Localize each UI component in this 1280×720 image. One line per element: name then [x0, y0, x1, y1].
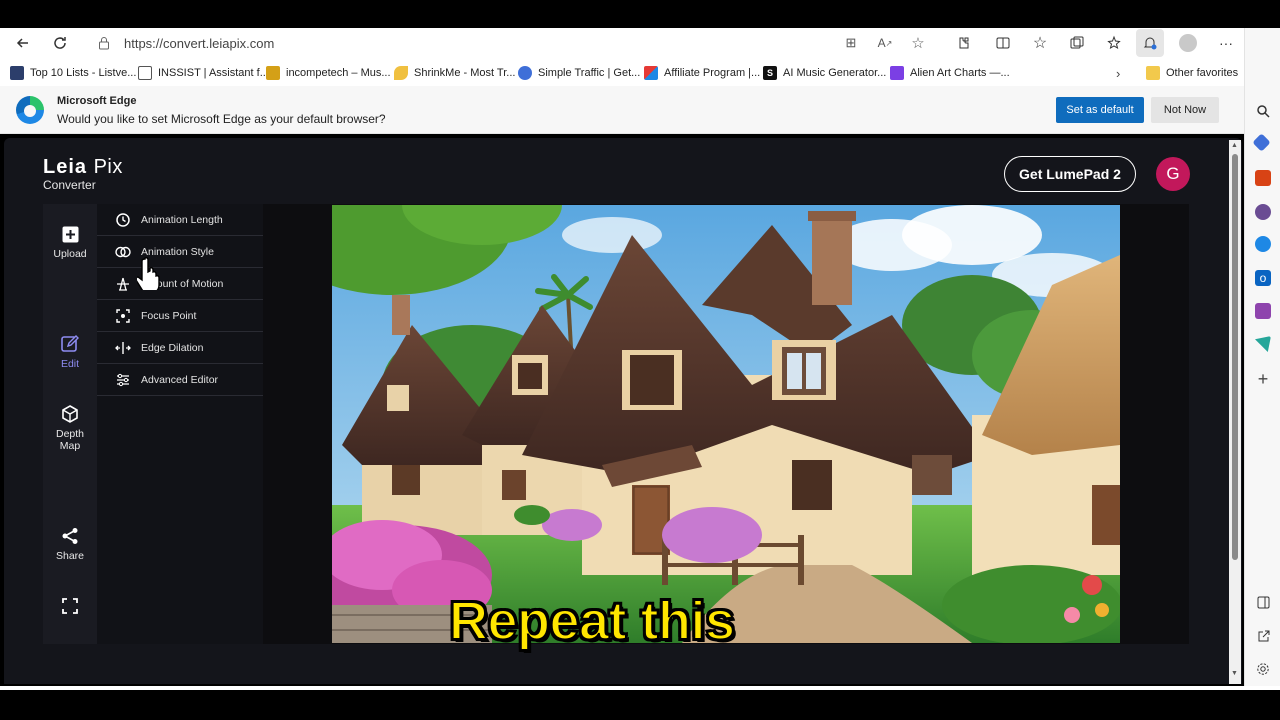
leiapix-logo[interactable]: Leia Pix Converter [43, 156, 123, 192]
edit-panel: Animation Length Animation Style Amount … [97, 204, 263, 644]
scroll-up-icon[interactable]: ▲ [1231, 142, 1238, 149]
favorites-icon[interactable]: ☆ [1028, 31, 1052, 55]
menu-focus-point[interactable]: Focus Point [97, 300, 263, 332]
page-scrollbar[interactable]: ▲ ▼ [1229, 140, 1241, 684]
fullscreen-icon[interactable] [43, 596, 97, 620]
user-avatar[interactable]: G [1156, 157, 1190, 191]
shopping-tag-icon[interactable] [1252, 133, 1271, 152]
overlapping-circles-icon [115, 244, 131, 260]
rail-depth-map[interactable]: Depth Map [43, 404, 97, 452]
tool-rail: Upload Edit Depth Map Share [43, 204, 97, 644]
lock-icon[interactable] [98, 36, 110, 50]
favorites-bar: Top 10 Lists - Listve... INSSIST | Assis… [0, 58, 1244, 86]
bookmark-item[interactable]: S AI Music Generator... [763, 64, 886, 82]
edge-dilation-icon [115, 340, 131, 356]
other-favorites[interactable]: Other favorites [1146, 64, 1238, 82]
infobar-message: Would you like to set Microsoft Edge as … [57, 112, 386, 126]
refresh-icon[interactable] [48, 31, 72, 55]
bookmark-favicon-icon [518, 66, 532, 80]
bookmark-favicon-icon [266, 66, 280, 80]
bookmark-item[interactable]: Affiliate Program |... [644, 64, 760, 82]
bookmark-item[interactable]: incompetech – Mus... [266, 64, 391, 82]
extensions-icon[interactable] [952, 31, 976, 55]
bookmark-favicon-icon [138, 66, 152, 80]
default-browser-infobar: Microsoft Edge Would you like to set Mic… [0, 86, 1244, 134]
bookmark-item[interactable]: INSSIST | Assistant f... [138, 64, 269, 82]
not-now-button[interactable]: Not Now [1151, 97, 1219, 123]
url-text: https://convert.leiapix.com [124, 35, 275, 51]
bookmark-item[interactable]: Alien Art Charts —... [890, 64, 1010, 82]
split-screen-icon[interactable] [991, 31, 1015, 55]
games-icon[interactable] [1255, 204, 1271, 220]
rail-share[interactable]: Share [43, 526, 97, 562]
menu-amount-of-motion[interactable]: Amount of Motion [97, 268, 263, 300]
address-bar[interactable]: https://convert.leiapix.com ⊞ A ↗ ☆ [84, 30, 944, 56]
sidebar-layout-icon[interactable] [1255, 594, 1271, 610]
bookmark-favicon-icon: S [763, 66, 777, 80]
bookmark-favicon-icon [644, 66, 658, 80]
read-aloud-icon[interactable]: A ↗ [874, 32, 896, 54]
bookmark-favicon-icon [890, 66, 904, 80]
upload-plus-icon [60, 224, 80, 244]
video-caption: Repeat this [448, 590, 736, 652]
outlook-icon[interactable]: o [1255, 270, 1271, 286]
scroll-down-icon[interactable]: ▼ [1231, 670, 1238, 677]
edit-pencil-icon [60, 334, 80, 354]
infobar-title: Microsoft Edge [57, 95, 137, 107]
external-open-icon[interactable] [1255, 628, 1271, 644]
collections-icon[interactable] [1065, 31, 1089, 55]
edge-sidebar: o + [1244, 28, 1280, 690]
send-icon[interactable] [1255, 336, 1271, 352]
preview-stage [263, 204, 1189, 644]
menu-animation-length[interactable]: Animation Length [97, 204, 263, 236]
clock-icon [115, 212, 131, 228]
cottage-preview-image[interactable] [332, 205, 1120, 643]
focus-point-icon [115, 308, 131, 324]
bookmark-item[interactable]: ShrinkMe - Most Tr... [394, 64, 515, 82]
rail-edit[interactable]: Edit [43, 334, 97, 370]
scroll-thumb[interactable] [1232, 154, 1238, 560]
rail-upload[interactable]: Upload [43, 224, 97, 260]
microsoft-365-icon[interactable] [1255, 236, 1271, 252]
depth-map-cube-icon [60, 404, 80, 424]
folder-icon [1146, 66, 1160, 80]
browser-toolbar: https://convert.leiapix.com ⊞ A ↗ ☆ ☆ ···… [0, 28, 1280, 58]
tools-briefcase-icon[interactable] [1255, 170, 1271, 186]
menu-advanced-editor[interactable]: Advanced Editor [97, 364, 263, 396]
search-icon[interactable] [1255, 103, 1271, 119]
settings-gear-icon[interactable] [1255, 661, 1271, 677]
notifications-icon[interactable] [1136, 29, 1164, 57]
app-available-icon[interactable]: ⊞ [840, 32, 862, 54]
set-as-default-button[interactable]: Set as default [1056, 97, 1144, 123]
menu-edge-dilation[interactable]: Edge Dilation [97, 332, 263, 364]
get-lumepad-button[interactable]: Get LumePad 2 [1004, 156, 1136, 192]
bookmark-item[interactable]: Simple Traffic | Get... [518, 64, 640, 82]
edge-logo-icon [16, 96, 44, 124]
favorite-star-icon[interactable]: ☆ [907, 32, 929, 54]
browser-essentials-icon[interactable] [1102, 31, 1126, 55]
profile-avatar-icon[interactable] [1176, 31, 1200, 55]
sliders-icon [115, 372, 131, 388]
motion-runner-icon [115, 276, 131, 292]
designer-icon[interactable] [1255, 303, 1271, 319]
bookmarks-overflow-chevron-icon[interactable]: › [1116, 64, 1120, 82]
screen: https://convert.leiapix.com ⊞ A ↗ ☆ ☆ ···… [0, 0, 1280, 720]
bookmark-favicon-icon [394, 66, 408, 80]
share-icon [60, 526, 80, 546]
add-sidebar-app-icon[interactable]: + [1255, 369, 1271, 389]
bookmark-item[interactable]: Top 10 Lists - Listve... [10, 64, 136, 82]
back-icon[interactable] [11, 31, 35, 55]
hand-pointer-cursor-icon [135, 256, 163, 294]
browser-bottom-edge [0, 686, 1280, 690]
more-menu-icon[interactable]: ··· [1214, 31, 1238, 55]
menu-animation-style[interactable]: Animation Style [97, 236, 263, 268]
bookmark-favicon-icon [10, 66, 24, 80]
